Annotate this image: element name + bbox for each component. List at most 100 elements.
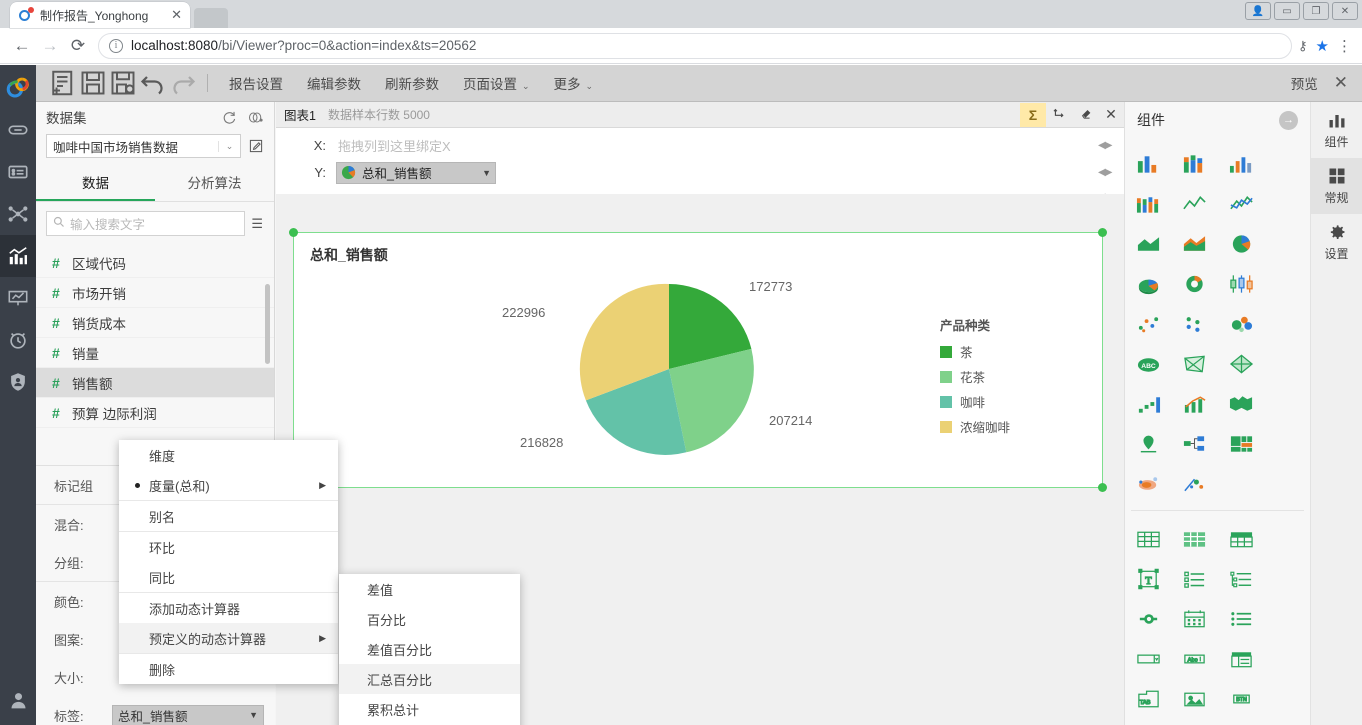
field-list-menu-icon[interactable]: ☰	[251, 216, 264, 232]
browser-tab-close-icon[interactable]: ✕	[171, 7, 182, 23]
menu-item-yoy[interactable]: 同比	[119, 562, 338, 592]
crosstab-icon[interactable]	[1172, 519, 1219, 559]
rail-item-security[interactable]	[0, 361, 36, 403]
menu-item-measure[interactable]: 度量(总和) ▶	[119, 470, 338, 500]
y-field-pill[interactable]: 总和_销售额 ▼	[336, 161, 496, 184]
browser-menu-icon[interactable]: ⋮	[1337, 37, 1352, 55]
preview-button[interactable]: 预览	[1291, 73, 1334, 93]
dataset-link-icon[interactable]	[247, 110, 264, 125]
menu-item-mom[interactable]: 环比	[119, 532, 338, 562]
legend-item[interactable]: 浓缩咖啡	[939, 417, 1010, 436]
tree-list-icon[interactable]	[1218, 559, 1265, 599]
marks-label-pill[interactable]: 总和_销售额 ▼	[112, 704, 264, 725]
list-icon[interactable]	[1218, 599, 1265, 639]
marks-label-row[interactable]: 标签: 总和_销售额 ▼	[36, 696, 275, 725]
grouped-bar-icon[interactable]	[1218, 144, 1265, 184]
field-item[interactable]: # 预算 边际利润	[36, 398, 274, 428]
map-marker-icon[interactable]	[1125, 424, 1172, 464]
text-widget-icon[interactable]: T	[1125, 559, 1172, 599]
dropdown-icon[interactable]	[1125, 639, 1172, 679]
edit-dataset-icon[interactable]	[246, 138, 266, 154]
tree-chart-icon[interactable]	[1172, 424, 1219, 464]
y-scroll-arrows[interactable]: ◀▶	[1098, 167, 1124, 178]
rail-item-dataset[interactable]	[0, 151, 36, 193]
refresh-icon[interactable]	[222, 110, 237, 125]
menu-item-delete[interactable]: 删除	[119, 654, 338, 684]
line-chart-icon[interactable]	[1172, 184, 1219, 224]
rail-item-dashboard[interactable]	[0, 277, 36, 319]
heatmap-icon[interactable]	[1125, 464, 1172, 504]
table-icon[interactable]	[1125, 519, 1172, 559]
pie-chart-icon[interactable]	[1218, 224, 1265, 264]
field-list-scrollbar[interactable]	[265, 284, 270, 364]
field-item[interactable]: # 销货成本	[36, 308, 274, 338]
submenu-item-percent-of-total[interactable]: 汇总百分比	[339, 664, 520, 694]
field-search-input[interactable]: 输入搜索文字	[46, 211, 246, 236]
tab-widget-icon[interactable]: TAB	[1125, 679, 1172, 719]
save-icon[interactable]	[78, 70, 108, 96]
image-widget-icon[interactable]	[1172, 679, 1219, 719]
undo-icon[interactable]	[138, 70, 168, 96]
address-bar[interactable]: i localhost:8080/bi/Viewer?proc=0&action…	[98, 32, 1293, 59]
rail-item-schedule[interactable]	[0, 319, 36, 361]
gauge-widget-icon[interactable]	[1172, 719, 1219, 725]
submenu-item-percentage[interactable]: 百分比	[339, 604, 520, 634]
submenu-item-difference-percentage[interactable]: 差值百分比	[339, 634, 520, 664]
new-tab-button[interactable]	[194, 8, 228, 28]
minimize-icon[interactable]: ▭	[1274, 2, 1300, 20]
password-key-icon[interactable]: ⚷	[1298, 38, 1308, 54]
legend-item[interactable]: 咖啡	[939, 392, 1010, 411]
stacked-area-chart-icon[interactable]	[1172, 224, 1219, 264]
submenu-item-running-total[interactable]: 累积总计	[339, 694, 520, 724]
collapse-panel-icon[interactable]: →	[1279, 110, 1298, 130]
new-report-icon[interactable]	[48, 70, 78, 96]
save-as-icon[interactable]	[108, 70, 138, 96]
legend-item[interactable]: 花茶	[939, 367, 1010, 386]
web-widget-icon[interactable]	[1125, 719, 1172, 725]
rail-item-user[interactable]	[0, 690, 36, 711]
close-window-icon[interactable]: ✕	[1332, 2, 1358, 20]
toolbar-more[interactable]: 更多 ⌄	[542, 73, 606, 93]
x-scroll-arrows[interactable]: ◀▶	[1098, 140, 1124, 151]
legend-item[interactable]: 茶	[939, 342, 1010, 361]
panel-widget-icon[interactable]	[1218, 719, 1265, 725]
toolbar-page-settings[interactable]: 页面设置 ⌄	[451, 73, 542, 93]
x-binding-row[interactable]: X: 拖拽列到这里绑定X ◀▶	[276, 132, 1124, 159]
tab-analysis-algorithm[interactable]: 分析算法	[155, 166, 274, 201]
chart-tab-label[interactable]: 图表1	[284, 105, 316, 124]
rail-item-mining[interactable]	[0, 193, 36, 235]
text-input-icon[interactable]: Abc	[1172, 639, 1219, 679]
field-item[interactable]: # 区域代码	[36, 248, 274, 278]
field-list[interactable]: # 区域代码 # 市场开销 # 销货成本 # 销量 # 销售额 # 预算 边际利润	[36, 248, 274, 466]
box-plot-icon[interactable]	[1218, 264, 1265, 304]
donut-chart-icon[interactable]	[1172, 264, 1219, 304]
scatter-plot-icon[interactable]	[1125, 304, 1172, 344]
summary-table-icon[interactable]	[1218, 519, 1265, 559]
word-cloud-icon[interactable]: ABC	[1125, 344, 1172, 384]
redo-icon[interactable]	[168, 70, 198, 96]
submenu-item-difference[interactable]: 差值	[339, 574, 520, 604]
close-editor-icon[interactable]: ✕	[1334, 73, 1362, 93]
reload-icon[interactable]: ⟳	[64, 32, 92, 60]
menu-item-add-dynamic-calculator[interactable]: 添加动态计算器	[119, 593, 338, 623]
account-icon[interactable]: 👤	[1245, 2, 1271, 20]
multi-line-chart-icon[interactable]	[1218, 184, 1265, 224]
forward-icon[interactable]: →	[36, 32, 64, 60]
map-chart-icon[interactable]	[1218, 384, 1265, 424]
field-item[interactable]: # 市场开销	[36, 278, 274, 308]
field-item-selected[interactable]: # 销售额	[36, 368, 274, 398]
stacked-bar-icon[interactable]	[1172, 144, 1219, 184]
menu-item-alias[interactable]: 别名	[119, 501, 338, 531]
toolbar-refresh-params[interactable]: 刷新参数	[373, 73, 451, 93]
maximize-icon[interactable]: ❐	[1303, 2, 1329, 20]
menu-item-dimension[interactable]: 维度	[119, 440, 338, 470]
field-context-menu[interactable]: 维度 度量(总和) ▶ 别名 环比 同比 添加动态计算器 预定义的动态计算器 ▶ 删…	[119, 440, 338, 684]
bookmark-star-icon[interactable]: ★	[1316, 37, 1329, 55]
radar-chart-icon[interactable]	[1218, 344, 1265, 384]
page-info-icon[interactable]: i	[109, 38, 123, 53]
right-tab-settings[interactable]: 设置	[1311, 214, 1362, 270]
back-icon[interactable]: ←	[8, 32, 36, 60]
right-tab-components[interactable]: 组件	[1311, 102, 1362, 158]
swap-axis-icon[interactable]	[1046, 103, 1072, 127]
right-tab-general[interactable]: 常规	[1311, 158, 1362, 214]
